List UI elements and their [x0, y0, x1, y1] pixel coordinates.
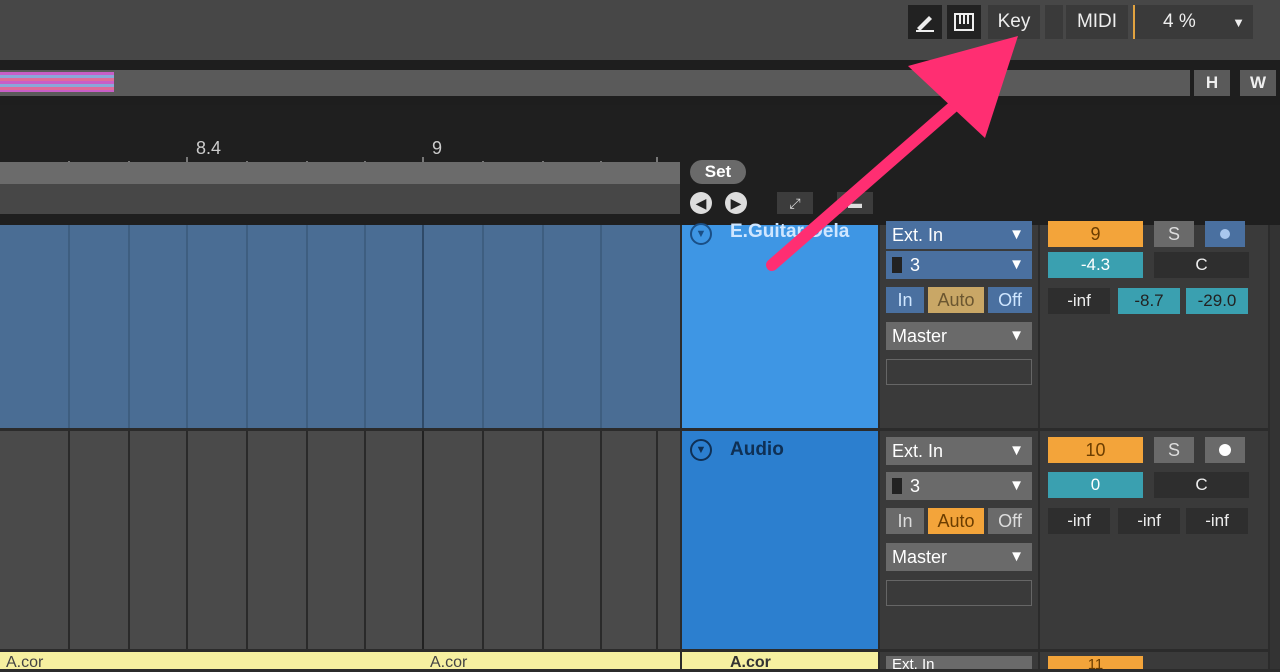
annotation-arrow: [766, 36, 1018, 271]
